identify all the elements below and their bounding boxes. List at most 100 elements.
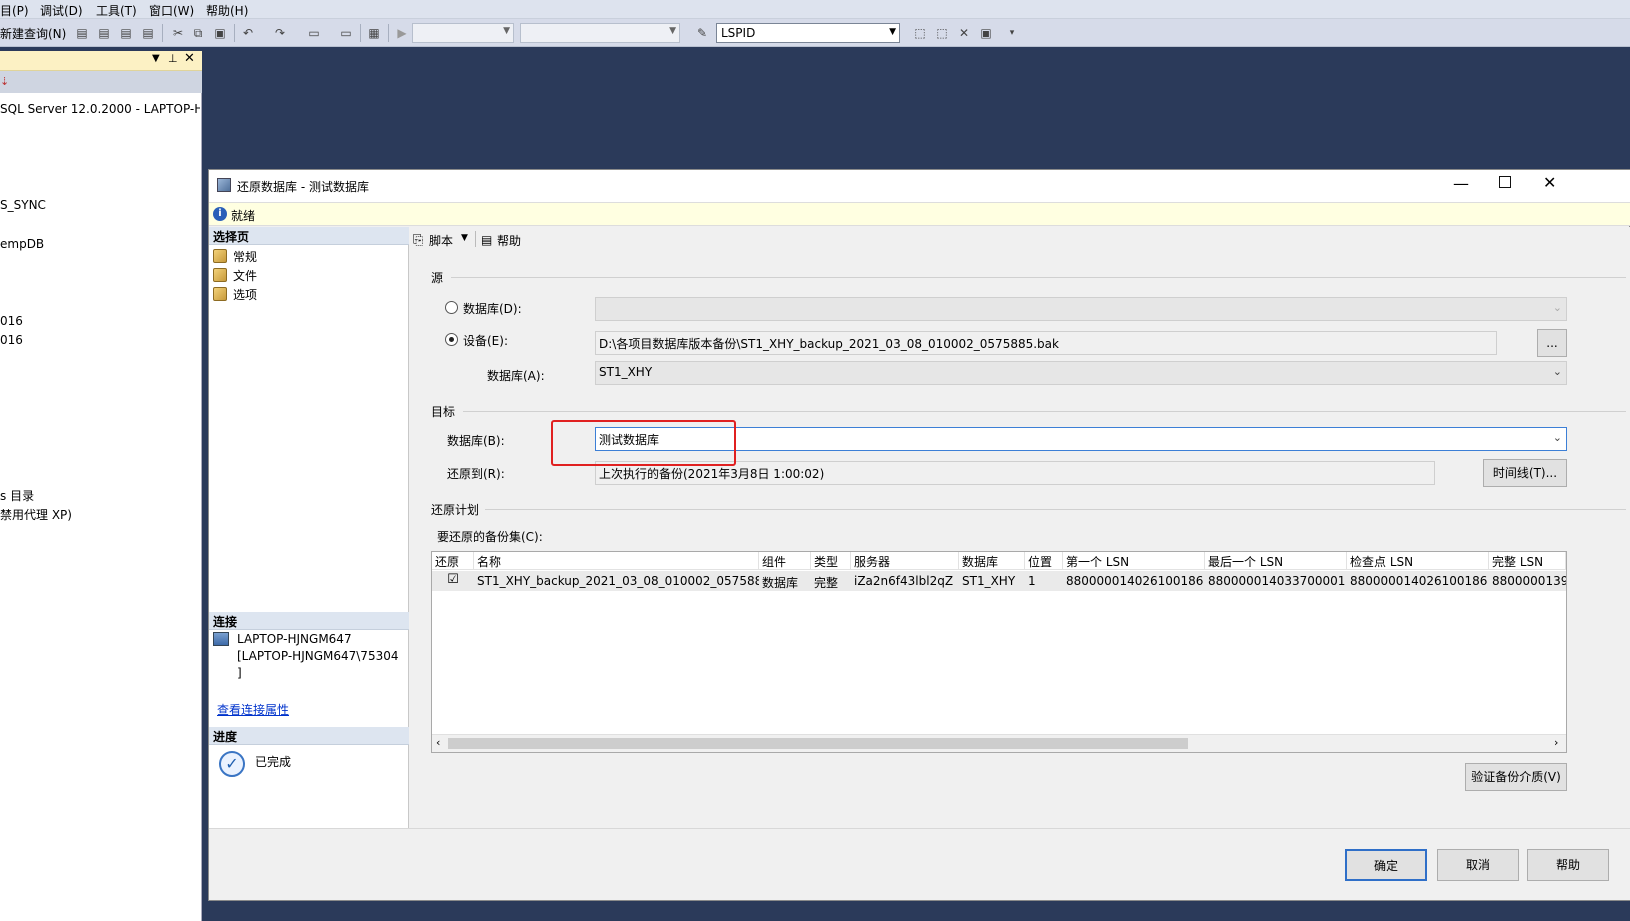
toolbar-overflow-icon[interactable]: ▾ — [1004, 25, 1020, 41]
script-button[interactable]: 脚本 — [429, 232, 453, 249]
execute-icon[interactable]: ▶ — [394, 25, 410, 41]
column-header-full-lsn[interactable]: 完整 LSN — [1489, 552, 1566, 570]
mdx-query-icon[interactable]: ▤ — [118, 25, 134, 41]
connection-header: 连接 — [209, 612, 409, 630]
row-position: 1 — [1025, 571, 1063, 591]
horizontal-scrollbar[interactable]: ‹ › — [432, 734, 1566, 752]
menu-item-help[interactable]: 帮助(H) — [206, 2, 248, 19]
column-header-restore[interactable]: 还原 — [432, 552, 474, 570]
source-database-label: 数据库(A): — [487, 369, 545, 383]
disconnect-icon[interactable]: ⇣ — [0, 75, 9, 88]
navigate-icon[interactable]: ▭ — [306, 25, 322, 41]
row-type: 完整 — [811, 571, 851, 591]
close-icon[interactable]: ✕ — [184, 51, 195, 66]
properties-icon[interactable]: ▣ — [978, 25, 994, 41]
chevron-down-icon: ⌄ — [1552, 301, 1562, 314]
tree-server-node[interactable]: SQL Server 12.0.2000 - LAPTOP-HJI — [0, 102, 200, 116]
chevron-down-icon[interactable]: ▼ — [152, 53, 160, 64]
tools-icon[interactable]: ✕ — [956, 25, 972, 41]
solution-platform-combo[interactable]: ▼ — [520, 23, 680, 43]
column-header-server[interactable]: 服务器 — [851, 552, 959, 570]
page-files[interactable]: 文件 — [213, 267, 257, 284]
minimize-icon[interactable]: — — [1453, 174, 1469, 193]
chevron-down-icon: ⌄ — [1552, 431, 1562, 444]
analysis-query-icon[interactable]: ▤ — [96, 25, 112, 41]
browse-device-button[interactable]: ... — [1537, 329, 1567, 357]
cut-icon[interactable]: ✂ — [170, 25, 186, 41]
restore-to-label: 还原到(R): — [447, 467, 505, 481]
toolbar-separator — [234, 24, 235, 42]
restore-plan-group-label: 还原计划 — [431, 503, 480, 517]
tree-item[interactable]: s 目录 — [0, 487, 200, 504]
page-files-label: 文件 — [233, 269, 258, 283]
paste-icon[interactable]: ▣ — [212, 25, 228, 41]
maximize-icon[interactable] — [1499, 176, 1511, 188]
source-database-combo[interactable]: ⌄ — [595, 297, 1567, 321]
target-database-combo[interactable]: 测试数据库 ⌄ — [595, 427, 1567, 451]
registered-servers-icon[interactable]: ⬚ — [912, 25, 928, 41]
tree-item[interactable]: S_SYNC — [0, 198, 200, 212]
column-header-name[interactable]: 名称 — [474, 552, 759, 570]
redo-icon[interactable]: ↷ — [272, 25, 288, 41]
page-general[interactable]: 常规 — [213, 248, 257, 265]
new-query-button[interactable]: 新建查询(N) — [0, 25, 66, 42]
source-database-radio-label: 数据库(D): — [463, 302, 522, 316]
column-header-first-lsn[interactable]: 第一个 LSN — [1063, 552, 1205, 570]
row-full-lsn: 880000013940600 — [1489, 571, 1566, 591]
column-header-last-lsn[interactable]: 最后一个 LSN — [1205, 552, 1347, 570]
help-toolbar-button[interactable]: 帮助 — [497, 232, 521, 249]
column-header-type[interactable]: 类型 — [811, 552, 851, 570]
source-database-value-combo[interactable]: ST1_XHY ⌄ — [595, 361, 1567, 385]
copy-icon[interactable]: ⧉ — [190, 25, 206, 41]
view-connection-properties-link[interactable]: 查看连接属性 — [217, 701, 289, 718]
close-icon[interactable]: ✕ — [1543, 173, 1556, 192]
checkmark-icon: ✓ — [219, 751, 245, 777]
help-button[interactable]: 帮助 — [1527, 849, 1609, 881]
tree-item[interactable]: 禁用代理 XP) — [0, 506, 200, 523]
page-icon — [213, 287, 227, 301]
page-options[interactable]: 选项 — [213, 286, 257, 303]
save-results-icon[interactable]: ▭ — [338, 25, 354, 41]
dmx-query-icon[interactable]: ▤ — [140, 25, 156, 41]
ok-button[interactable]: 确定 — [1345, 849, 1427, 881]
activity-monitor-icon[interactable]: ▦ — [366, 25, 382, 41]
row-server: iZa2n6f43lbl2qZ — [851, 571, 959, 591]
column-header-database[interactable]: 数据库 — [959, 552, 1025, 570]
chevron-down-icon: ▼ — [889, 27, 896, 37]
db-engine-query-icon[interactable]: ▤ — [74, 25, 90, 41]
scroll-right-icon[interactable]: › — [1554, 736, 1558, 749]
find-icon[interactable]: ✎ — [694, 25, 710, 41]
tree-item[interactable]: 016 — [0, 333, 200, 347]
status-text: 就绪 — [231, 209, 256, 223]
tree-item[interactable]: empDB — [0, 237, 200, 251]
group-divider — [451, 277, 1626, 278]
undo-icon[interactable]: ↶ — [240, 25, 256, 41]
scrollbar-thumb[interactable] — [448, 738, 1188, 749]
column-header-position[interactable]: 位置 — [1025, 552, 1063, 570]
row-restore-checkbox[interactable]: ☑ — [432, 571, 474, 591]
group-divider — [463, 411, 1626, 412]
scroll-left-icon[interactable]: ‹ — [436, 736, 440, 749]
explorer-toolbar: ⇣ — [0, 71, 202, 93]
menu-item-tools[interactable]: 工具(T) — [96, 2, 137, 19]
object-explorer-icon[interactable]: ⬚ — [934, 25, 950, 41]
timeline-button[interactable]: 时间线(T)... — [1483, 459, 1567, 487]
pin-icon[interactable]: ⊥ — [168, 52, 178, 65]
source-database-radio[interactable] — [445, 301, 458, 314]
help-icon: ▤ — [481, 233, 493, 247]
column-header-checkpoint-lsn[interactable]: 检查点 LSN — [1347, 552, 1489, 570]
backup-sets-grid: 还原 名称 组件 类型 服务器 数据库 位置 第一个 LSN 最后一个 LSN … — [431, 551, 1567, 753]
menu-item-project[interactable]: 目(P) — [0, 2, 29, 19]
toolbar-separator — [388, 24, 389, 42]
solution-config-combo[interactable]: ▼ — [412, 23, 514, 43]
menu-item-debug[interactable]: 调试(D) — [40, 2, 83, 19]
menu-item-window[interactable]: 窗口(W) — [149, 2, 194, 19]
device-path-field[interactable]: D:\各项目数据库版本备份\ST1_XHY_backup_2021_03_08_… — [595, 331, 1497, 355]
verify-backup-media-button[interactable]: 验证备份介质(V) — [1465, 763, 1567, 791]
chevron-down-icon[interactable]: ▼ — [461, 233, 468, 243]
find-combo[interactable]: LSPID ▼ — [716, 23, 900, 43]
column-header-component[interactable]: 组件 — [759, 552, 811, 570]
tree-item[interactable]: 016 — [0, 314, 200, 328]
cancel-button[interactable]: 取消 — [1437, 849, 1519, 881]
source-device-radio[interactable] — [445, 333, 458, 346]
